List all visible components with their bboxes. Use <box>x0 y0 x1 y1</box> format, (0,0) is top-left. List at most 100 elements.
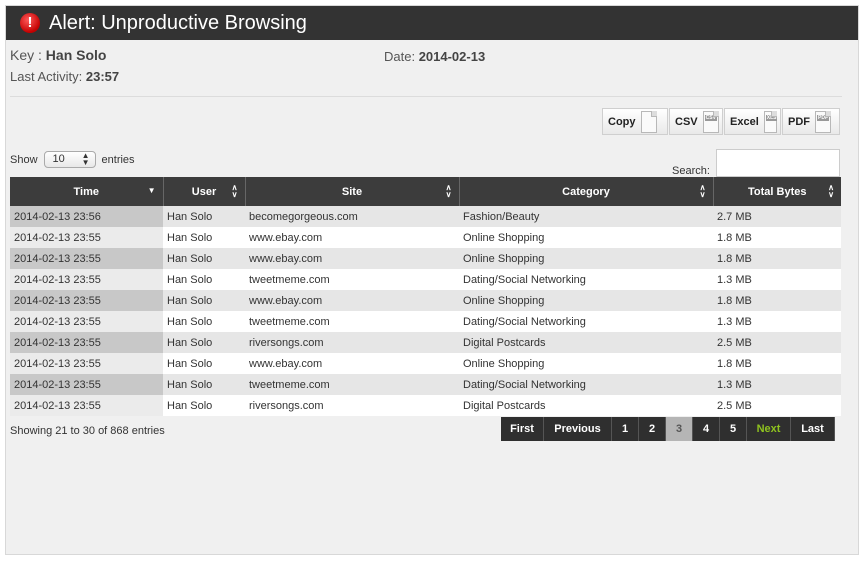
time-cell: 2014-02-13 23:55 <box>10 290 163 311</box>
user-cell: Han Solo <box>163 269 245 290</box>
first-page-button[interactable]: First <box>501 417 544 441</box>
category-cell: Dating/Social Networking <box>459 269 713 290</box>
site-cell: becomegorgeous.com <box>245 206 459 227</box>
search-input[interactable] <box>716 149 840 177</box>
bytes-cell: 2.7 MB <box>713 206 841 227</box>
title-bar: ! Alert: Unproductive Browsing <box>6 6 858 40</box>
date-label: Date: <box>384 49 419 64</box>
file-type-tag: PDF <box>817 114 829 121</box>
export-button-label: CSV <box>675 115 698 128</box>
last-activity-info: Last Activity: 23:57 <box>10 69 119 84</box>
bytes-cell: 1.3 MB <box>713 311 841 332</box>
pagination: First Previous 1 2 3 4 5 Next Last <box>501 417 835 441</box>
table-row: 2014-02-13 23:55 Han Solo tweetmeme.com Dat… <box>10 269 841 290</box>
site-cell: www.ebay.com <box>245 290 459 311</box>
bytes-cell: 2.5 MB <box>713 395 841 416</box>
divider <box>10 96 842 97</box>
time-cell: 2014-02-13 23:55 <box>10 332 163 353</box>
site-cell: riversongs.com <box>245 332 459 353</box>
table-header-row: Time ▼ User ∧ ∨ Site ∧ ∨ Category ∧ ∨ Total Bytes ∧ ∨ <box>10 177 841 206</box>
category-cell: Fashion/Beauty <box>459 206 713 227</box>
export-toolbar: Copy CSV CSV Excel XLS PDF PDF <box>602 108 841 137</box>
table-row: 2014-02-13 23:56 Han Solo becomegorgeous.c… <box>10 206 841 227</box>
time-cell: 2014-02-13 23:55 <box>10 395 163 416</box>
table-row: 2014-02-13 23:55 Han Solo tweetmeme.com Dat… <box>10 311 841 332</box>
previous-page-button[interactable]: Previous <box>544 417 612 441</box>
column-header-label: Category <box>562 185 610 198</box>
file-type-tag: CSV <box>704 114 717 121</box>
activity-label: Last Activity: <box>10 69 86 84</box>
bytes-cell: 1.8 MB <box>713 248 841 269</box>
last-page-button[interactable]: Last <box>791 417 835 441</box>
page-button-4[interactable]: 4 <box>693 417 720 441</box>
alert-icon: ! <box>20 13 40 33</box>
table-row: 2014-02-13 23:55 Han Solo riversongs.com Di… <box>10 332 841 353</box>
column-header-time[interactable]: Time ▼ <box>10 177 164 206</box>
category-cell: Dating/Social Networking <box>459 311 713 332</box>
entries-select[interactable]: 10 ▲ ▼ <box>43 151 96 168</box>
data-table: Time ▼ User ∧ ∨ Site ∧ ∨ Category ∧ ∨ Total Bytes ∧ ∨… <box>10 177 841 416</box>
export-button-label: Copy <box>608 115 636 128</box>
page-button-3[interactable]: 3 <box>666 417 693 441</box>
table-row: 2014-02-13 23:55 Han Solo www.ebay.com Onli… <box>10 290 841 311</box>
page-button-2[interactable]: 2 <box>639 417 666 441</box>
site-cell: www.ebay.com <box>245 248 459 269</box>
table-info: Showing 21 to 30 of 868 entries <box>10 425 165 437</box>
select-arrows-icon: ▲ ▼ <box>81 151 90 167</box>
file-type-tag: XLS <box>765 114 778 121</box>
column-header-label: Total Bytes <box>748 185 807 198</box>
site-cell: www.ebay.com <box>245 353 459 374</box>
bytes-cell: 1.8 MB <box>713 353 841 374</box>
key-label: Key : <box>10 47 46 63</box>
table-row: 2014-02-13 23:55 Han Solo www.ebay.com Onli… <box>10 227 841 248</box>
export-button-label: Excel <box>730 115 759 128</box>
export-csv-button[interactable]: CSV CSV <box>669 108 723 135</box>
export-button-label: PDF <box>788 115 810 128</box>
entries-select-value: 10 <box>52 153 65 165</box>
category-cell: Online Shopping <box>459 353 713 374</box>
site-cell: www.ebay.com <box>245 227 459 248</box>
csv-file-icon: CSV <box>702 110 719 133</box>
key-value: Han Solo <box>45 47 107 63</box>
copy-icon <box>640 110 657 133</box>
column-header-label: Site <box>341 185 363 198</box>
entries-length-control: Show 10 ▲ ▼ entries <box>10 151 135 168</box>
bytes-cell: 1.8 MB <box>713 227 841 248</box>
pdf-file-icon: PDF <box>815 110 831 133</box>
site-cell: tweetmeme.com <box>245 269 459 290</box>
time-cell: 2014-02-13 23:55 <box>10 227 163 248</box>
column-header-site[interactable]: Site ∧ ∨ <box>245 177 460 206</box>
page-button-1[interactable]: 1 <box>612 417 639 441</box>
time-cell: 2014-02-13 23:55 <box>10 311 163 332</box>
category-cell: Digital Postcards <box>459 332 713 353</box>
sort-both-icon: ∧ ∨ <box>828 183 834 199</box>
export-pdf-button[interactable]: PDF PDF <box>782 108 840 135</box>
export-excel-button[interactable]: Excel XLS <box>724 108 781 135</box>
bytes-cell: 1.3 MB <box>713 374 841 395</box>
column-header-label: User <box>191 185 217 198</box>
site-cell: tweetmeme.com <box>245 374 459 395</box>
user-cell: Han Solo <box>163 353 245 374</box>
table-body: 2014-02-13 23:56 Han Solo becomegorgeous.c… <box>10 206 841 416</box>
page-button-5[interactable]: 5 <box>720 417 747 441</box>
key-info: Key : Han Solo <box>10 47 106 63</box>
time-cell: 2014-02-13 23:55 <box>10 374 163 395</box>
category-cell: Dating/Social Networking <box>459 374 713 395</box>
sort-desc-icon: ▼ <box>147 186 156 195</box>
sort-both-icon: ∧ ∨ <box>445 183 452 199</box>
column-header-label: Time <box>73 185 99 198</box>
bytes-cell: 1.8 MB <box>713 290 841 311</box>
category-cell: Online Shopping <box>459 227 713 248</box>
column-header-category[interactable]: Category ∧ ∨ <box>459 177 714 206</box>
activity-value: 23:57 <box>85 69 120 84</box>
column-header-total-bytes[interactable]: Total Bytes ∧ ∨ <box>713 177 841 206</box>
column-header-user[interactable]: User ∧ ∨ <box>163 177 246 206</box>
time-cell: 2014-02-13 23:55 <box>10 248 163 269</box>
table-row: 2014-02-13 23:55 Han Solo riversongs.com Di… <box>10 395 841 416</box>
page-title: Alert: Unproductive Browsing <box>49 12 307 34</box>
excel-file-icon: XLS <box>763 110 778 133</box>
time-cell: 2014-02-13 23:56 <box>10 206 163 227</box>
next-page-button[interactable]: Next <box>747 417 791 441</box>
category-cell: Online Shopping <box>459 248 713 269</box>
export-copy-button[interactable]: Copy <box>602 108 668 135</box>
